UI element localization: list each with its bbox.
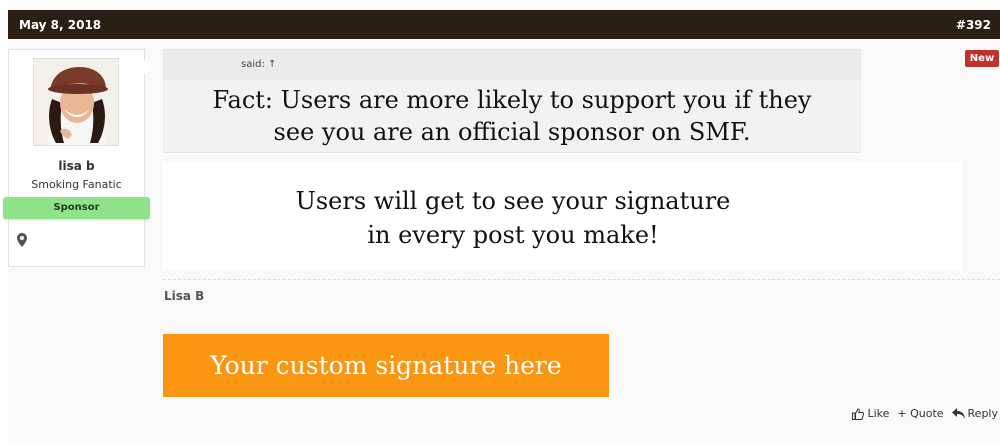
quote-header[interactable]: said: ↑	[164, 50, 860, 80]
reply-icon	[951, 408, 965, 419]
quote-button[interactable]: + Quote	[897, 407, 943, 420]
message-body: Users will get to see your signature in …	[163, 162, 962, 270]
reply-button[interactable]: Reply	[951, 407, 998, 420]
like-button[interactable]: Like	[852, 407, 889, 420]
username-link[interactable]: lisa b	[8, 159, 145, 173]
post-number-link[interactable]: #392	[956, 18, 991, 32]
signature-name: Lisa B	[164, 289, 205, 303]
new-badge: New	[965, 50, 999, 67]
post-date[interactable]: May 8, 2018	[19, 18, 101, 32]
message-text: Users will get to see your signature in …	[295, 187, 731, 249]
user-title: Smoking Fanatic	[31, 178, 122, 191]
user-card-arrow	[144, 60, 152, 74]
map-marker-icon[interactable]	[17, 232, 27, 247]
avatar[interactable]	[33, 58, 119, 146]
quote-block: said: ↑ Fact: Users are more likely to s…	[163, 49, 861, 153]
like-label: Like	[867, 407, 890, 420]
signature-divider	[163, 279, 1000, 280]
signature-banner: Your custom signature here	[163, 334, 609, 397]
reply-label: Reply	[967, 407, 998, 420]
quote-text: Fact: Users are more likely to support y…	[212, 86, 812, 146]
quote-label: + Quote	[897, 407, 944, 420]
post-actions: Like + Quote Reply	[852, 407, 998, 420]
post-header: May 8, 2018 #392	[8, 10, 1000, 39]
thumbs-up-icon	[852, 407, 865, 420]
avatar-image	[34, 59, 118, 145]
sponsor-badge: Sponsor	[3, 197, 150, 219]
